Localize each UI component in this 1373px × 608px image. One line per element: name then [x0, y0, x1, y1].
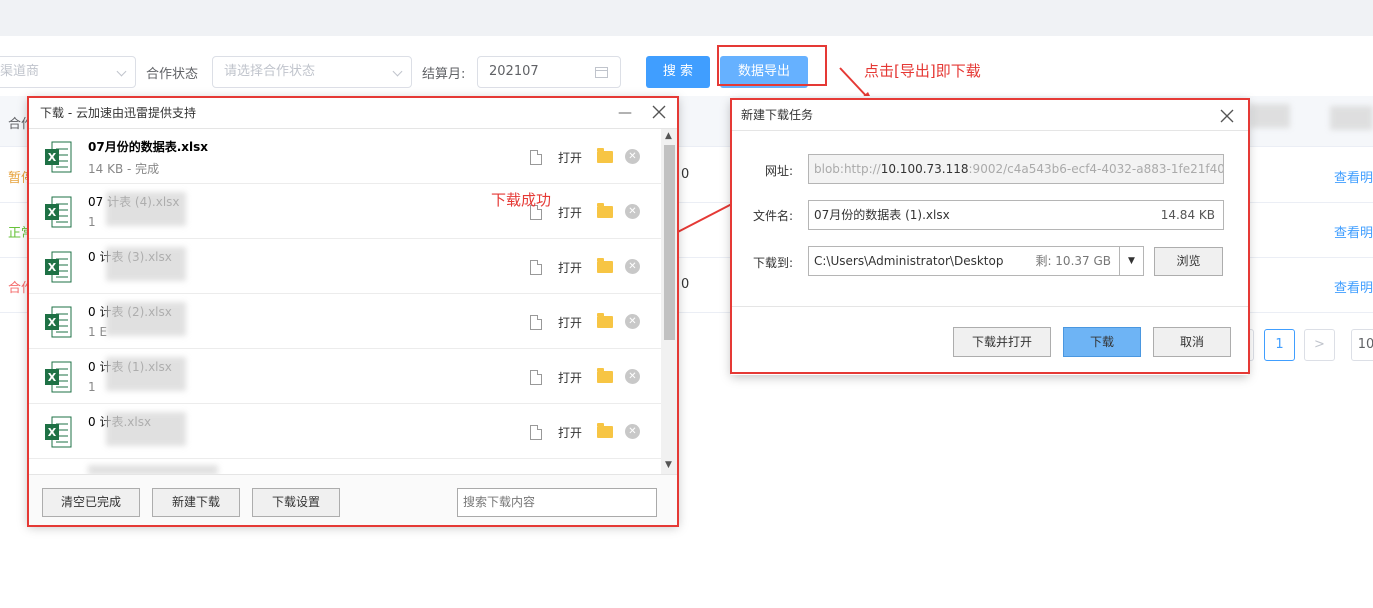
download-success-text: 下载成功: [491, 191, 552, 209]
page-size-select[interactable]: 10: [1351, 329, 1373, 361]
new-task-highlight-box: [730, 98, 1250, 374]
export-hint-text: 点击[导出]即下载: [864, 62, 981, 80]
table-row-number: 0: [681, 277, 690, 292]
blurred-header-cell: [1250, 104, 1290, 128]
pagination-next-button[interactable]: >: [1304, 329, 1335, 361]
pagination-page-current[interactable]: 1: [1264, 329, 1295, 361]
table-row-number: 0: [681, 167, 690, 182]
blurred-header-cell: [1330, 106, 1373, 130]
view-detail-link[interactable]: 查看明: [1334, 167, 1373, 186]
view-detail-link[interactable]: 查看明: [1334, 277, 1373, 296]
view-detail-link[interactable]: 查看明: [1334, 222, 1373, 241]
download-manager-highlight-box: [27, 96, 679, 527]
